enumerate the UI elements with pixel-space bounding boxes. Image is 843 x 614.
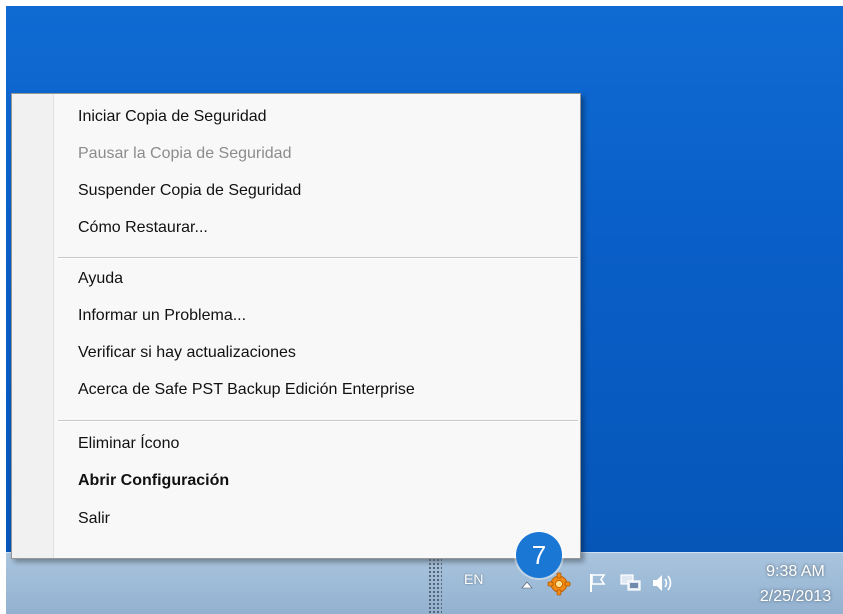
- menu-icon-gutter: [12, 94, 54, 558]
- menu-item-ayuda[interactable]: Ayuda: [78, 264, 123, 294]
- screenshot-frame: Iniciar Copia de Seguridad Pausar la Cop…: [6, 6, 843, 614]
- taskbar: [6, 552, 843, 614]
- menu-item-informar-problema[interactable]: Informar un Problema...: [78, 301, 246, 331]
- menu-item-abrir-configuracion[interactable]: Abrir Configuración: [78, 466, 229, 496]
- menu-item-pausar-copia: Pausar la Copia de Seguridad: [78, 145, 292, 162]
- volume-icon[interactable]: [651, 573, 675, 593]
- menu-item-verificar-actualizaciones[interactable]: Verificar si hay actualizaciones: [78, 338, 296, 368]
- action-center-flag-icon[interactable]: [587, 572, 609, 594]
- menu-separator: [58, 420, 578, 422]
- safe-pst-backup-icon[interactable]: [547, 572, 571, 596]
- menu-item-salir[interactable]: Salir: [78, 504, 110, 534]
- language-indicator[interactable]: EN: [464, 571, 483, 587]
- menu-item-acerca-de[interactable]: Acerca de Safe PST Backup Edición Enterp…: [78, 375, 415, 405]
- menu-item-eliminar-icono[interactable]: Eliminar Ícono: [78, 429, 179, 459]
- network-icon[interactable]: [619, 572, 643, 594]
- menu-item-iniciar-copia[interactable]: Iniciar Copia de Seguridad: [78, 102, 267, 132]
- show-hidden-icons-arrow-icon[interactable]: [521, 580, 533, 590]
- menu-separator: [58, 257, 578, 259]
- tray-context-menu: Iniciar Copia de Seguridad Pausar la Cop…: [11, 93, 581, 559]
- menu-item-como-restaurar[interactable]: Cómo Restaurar...: [78, 213, 208, 243]
- clock-time[interactable]: 9:38 AM: [748, 563, 843, 581]
- taskbar-grip-handle[interactable]: [428, 558, 442, 614]
- clock-date[interactable]: 2/25/2013: [748, 588, 843, 606]
- menu-item-suspender-copia[interactable]: Suspender Copia de Seguridad: [78, 176, 301, 206]
